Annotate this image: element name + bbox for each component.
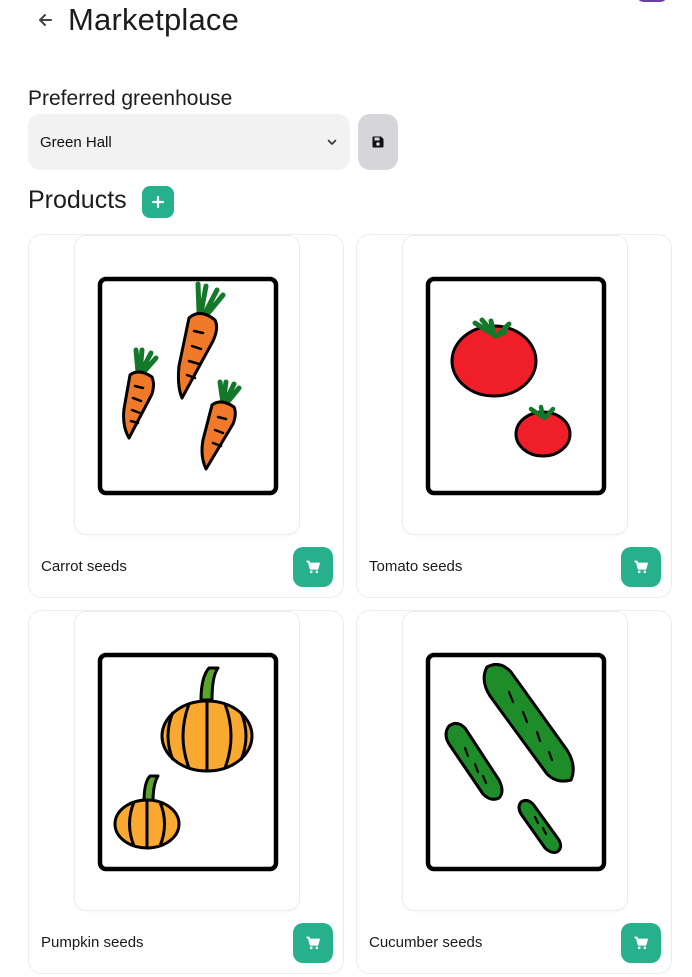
product-image-frame bbox=[402, 235, 628, 535]
pumpkin-image bbox=[97, 652, 279, 872]
cucumber-image bbox=[425, 652, 607, 872]
plus-icon bbox=[151, 195, 165, 209]
cart-icon bbox=[634, 560, 648, 574]
product-name: Cucumber seeds bbox=[369, 934, 483, 951]
cart-icon bbox=[306, 936, 320, 950]
floppy-disk-icon bbox=[372, 136, 384, 148]
greenhouse-label: Preferred greenhouse bbox=[28, 87, 233, 110]
add-to-cart-button[interactable] bbox=[621, 547, 661, 587]
cart-icon bbox=[306, 560, 320, 574]
page-header: Marketplace bbox=[28, 0, 239, 40]
add-to-cart-button[interactable] bbox=[293, 547, 333, 587]
tomato-image bbox=[425, 276, 607, 496]
add-product-button[interactable] bbox=[142, 186, 174, 218]
product-name: Carrot seeds bbox=[41, 558, 127, 575]
add-to-cart-button[interactable] bbox=[293, 923, 333, 963]
back-button[interactable] bbox=[30, 5, 60, 35]
product-card-carrot[interactable]: Carrot seeds bbox=[28, 234, 344, 598]
carrot-image bbox=[97, 276, 279, 496]
product-name: Tomato seeds bbox=[369, 558, 463, 575]
page-title: Marketplace bbox=[68, 2, 240, 37]
products-title: Products bbox=[28, 186, 127, 214]
save-greenhouse-button[interactable] bbox=[358, 114, 398, 170]
product-image-frame bbox=[74, 235, 300, 535]
greenhouse-select[interactable]: Green Hall bbox=[28, 114, 350, 170]
product-name: Pumpkin seeds bbox=[41, 934, 144, 951]
product-image-frame bbox=[74, 611, 300, 911]
cart-icon bbox=[634, 936, 648, 950]
product-card-pumpkin[interactable]: Pumpkin seeds bbox=[28, 610, 344, 974]
corner-badge bbox=[636, 0, 668, 2]
product-card-tomato[interactable]: Tomato seeds bbox=[356, 234, 672, 598]
add-to-cart-button[interactable] bbox=[621, 923, 661, 963]
greenhouse-selected-value: Green Hall bbox=[40, 133, 112, 151]
chevron-down-icon bbox=[327, 139, 337, 145]
product-card-cucumber[interactable]: Cucumber seeds bbox=[356, 610, 672, 974]
product-image-frame bbox=[402, 611, 628, 911]
arrow-left-icon bbox=[39, 14, 52, 26]
